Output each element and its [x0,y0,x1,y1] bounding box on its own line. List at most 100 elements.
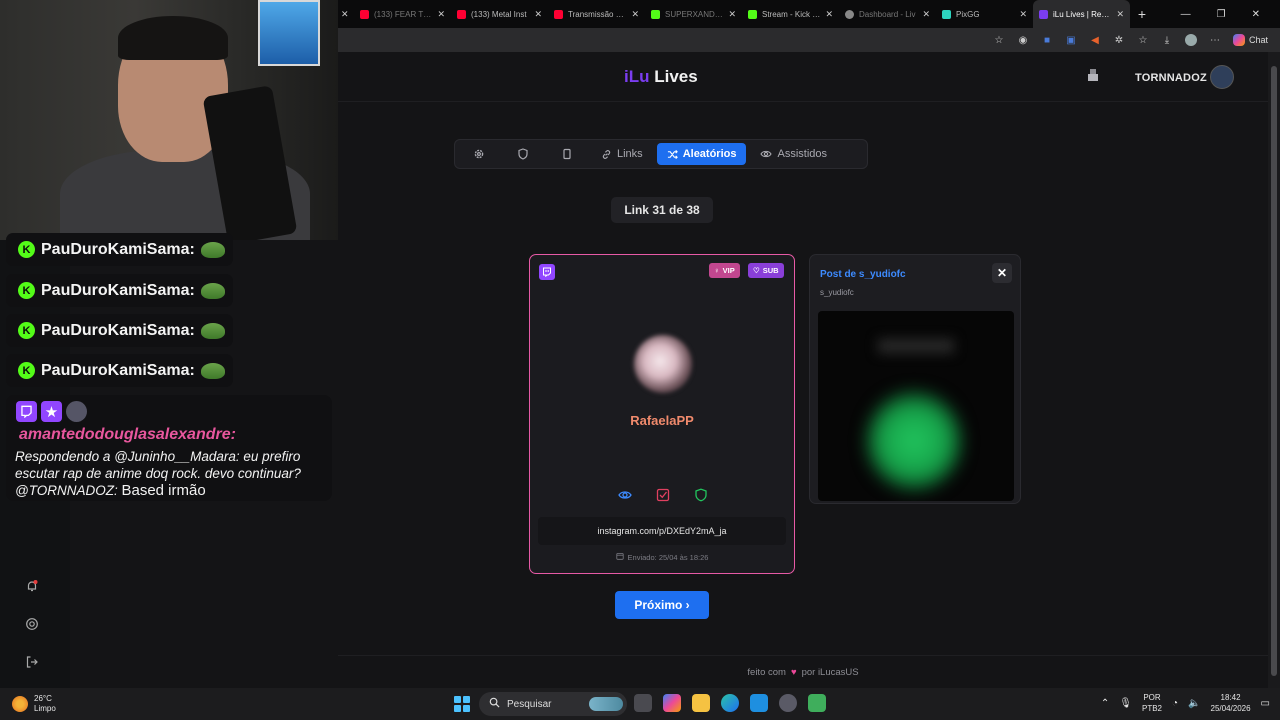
profile-avatar[interactable] [1184,34,1197,46]
notification-bell-icon[interactable] [24,578,40,594]
volume-icon[interactable]: 🔈 [1188,698,1200,709]
puzzle-icon[interactable]: ✲ [1113,34,1125,46]
close-icon[interactable]: ✕ [1116,9,1124,20]
tab-watched[interactable]: Assistidos [750,143,837,165]
post-title[interactable]: Post de s_yudiofc [820,269,906,280]
close-icon[interactable]: ✕ [825,9,833,20]
chat-message: K PauDuroKamiSama: [6,354,233,387]
edge-icon[interactable] [721,694,739,712]
card-sent-time: Enviado: 25/04 às 18:26 [530,552,794,562]
close-icon[interactable]: ✕ [437,9,445,20]
maximize-icon[interactable]: ❐ [1217,9,1226,20]
sub-badge: ♡ SUB [748,263,784,278]
store-icon[interactable] [750,694,768,712]
language-indicator[interactable]: POR PTB2 [1142,692,1162,714]
frog-emote-icon [200,241,225,258]
windows-start-icon[interactable] [454,696,470,712]
system-tray: ⌃ 🎙 POR PTB2 ◔ 🔈 18:42 25/04/2026 ▭ [1101,692,1270,714]
youtube-icon [554,9,563,19]
star-icon[interactable]: ☆ [993,34,1005,46]
weather-widget[interactable]: 26°C Limpo [12,694,56,714]
shield-icon [518,148,528,160]
next-button[interactable]: Próximo › [615,591,709,619]
kick-icon: K [18,322,35,339]
notification-center-icon[interactable]: ▭ [1261,698,1270,709]
chat-message: K PauDuroKamiSama: [6,274,233,307]
tab-settings[interactable] [459,143,499,165]
copilot-chat-button[interactable]: Chat [1232,34,1268,46]
close-icon[interactable]: ✕ [1019,9,1027,20]
more-icon[interactable]: ⋯ [1209,34,1221,46]
tab-navigation: Links Aleatórios Assistidos [454,139,868,169]
tablet-icon [563,148,571,160]
webcam-overlay [0,0,338,240]
browser-tab[interactable]: Stream - Kick Da ✕ [742,0,839,28]
window-controls: — ❐ ✕ [1181,9,1280,20]
browser-tab[interactable]: SUPERXANDAO ✕ [645,0,742,28]
box-icon[interactable] [1086,68,1100,82]
help-lifebuoy-icon[interactable] [24,616,40,632]
steam-app-icon[interactable] [779,694,797,712]
tab-devices[interactable] [547,143,587,165]
logout-icon[interactable] [24,654,40,670]
close-icon[interactable]: ✕ [631,9,639,20]
mark-done-icon[interactable] [656,488,670,502]
globe-icon [845,9,854,19]
taskbar-search[interactable]: Pesquisar [479,692,627,716]
browser-tab-active[interactable]: iLu Lives | React ✕ [1033,0,1130,28]
extension-icon[interactable]: ◉ [1017,34,1029,46]
copilot-icon[interactable] [663,694,681,712]
page-scrollbar[interactable] [1268,52,1280,688]
site-logo[interactable]: iLu Lives [624,67,698,87]
microphone-icon[interactable]: 🎙 [1119,698,1132,709]
favorites-icon[interactable]: ☆ [1137,34,1149,46]
close-icon[interactable]: ✕ [534,9,542,20]
view-icon[interactable] [618,488,632,502]
close-preview-button[interactable]: ✕ [992,263,1012,283]
wifi-icon[interactable]: ◔ [1172,698,1178,709]
close-icon[interactable]: ✕ [341,9,349,20]
streamer-hair [118,16,228,60]
chat-author: amantedodouglasalexandre: [19,426,236,443]
ilu-icon [1039,9,1048,19]
copilot-icon [1232,34,1245,46]
download-icon[interactable]: ⤓ [1161,34,1173,46]
minimize-icon[interactable]: — [1181,9,1191,20]
browser-tab[interactable]: (133) Metal Inst ✕ [451,0,548,28]
tab-moderation[interactable] [503,143,543,165]
moderate-shield-icon[interactable] [694,488,708,502]
frog-emote-icon [200,322,225,339]
link-icon [602,149,611,159]
tab-random[interactable]: Aleatórios [656,143,747,165]
close-window-icon[interactable]: ✕ [1252,9,1260,20]
taskbar-clock[interactable]: 18:42 25/04/2026 [1211,692,1251,714]
translate-icon[interactable]: ▣ [1065,34,1077,46]
sidebar [24,578,40,670]
gamepad-app-icon[interactable] [808,694,826,712]
shield-extension-icon[interactable]: ■ [1041,34,1053,46]
scrollbar-thumb[interactable] [1271,66,1277,676]
browser-tab[interactable]: Transmissão ao v ✕ [548,0,645,28]
chevron-up-icon[interactable]: ⌃ [1101,698,1109,709]
user-name[interactable]: TORNNADOZ [1135,72,1207,84]
task-view-icon[interactable] [634,694,652,712]
browser-tab[interactable]: PixGG ✕ [936,0,1033,28]
close-icon[interactable]: ✕ [728,9,736,20]
frog-emote-icon [200,282,225,299]
file-explorer-icon[interactable] [692,694,710,712]
speaker-extension-icon[interactable]: ◀ [1089,34,1101,46]
card-link[interactable]: instagram.com/p/DXEdY2mA_ja [538,517,786,545]
user-avatar[interactable] [1210,65,1234,89]
tab-close-first[interactable]: ✕ [338,0,354,28]
frog-emote-icon [200,362,225,379]
stream-chat-overlay: K PauDuroKamiSama: K PauDuroKamiSama: K … [0,233,338,510]
browser-tab[interactable]: (133) FEAR THE ✕ [354,0,451,28]
weather-sun-icon [12,696,28,712]
new-tab-button[interactable]: + [1130,6,1154,22]
close-icon[interactable]: ✕ [922,9,930,20]
tab-links[interactable]: Links [591,143,653,165]
link-card: ♀ VIP ♡ SUB RafaelaPP instagram.com/p/DXEd… [529,254,795,574]
post-media[interactable] [818,311,1014,501]
kick-icon: K [18,362,35,379]
browser-tab[interactable]: Dashboard - Liv ✕ [839,0,936,28]
